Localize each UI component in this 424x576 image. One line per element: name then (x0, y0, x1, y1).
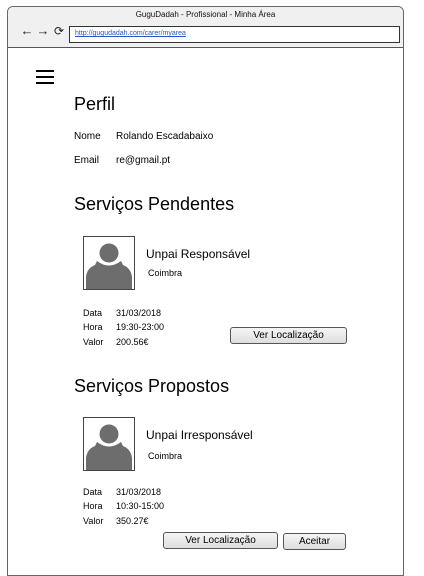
proposed-time-label: Hora (83, 501, 103, 511)
browser-window: GuguDadah - Profissional - Minha Área ← … (7, 6, 404, 576)
accept-button[interactable]: Aceitar (283, 533, 346, 550)
email-label: Email (74, 155, 100, 166)
proposed-date-value: 31/03/2018 (116, 487, 162, 497)
pending-price-label: Valor (83, 337, 104, 347)
pending-date-value: 31/03/2018 (116, 308, 162, 318)
name-value: Rolando Escadabaixo (116, 131, 214, 142)
pending-date-label: Data (83, 308, 103, 318)
proposed-client-city: Coimbra (148, 451, 183, 461)
profile-heading: Perfil (74, 94, 116, 114)
proposed-services-heading: Serviços Propostos (74, 376, 230, 396)
name-label: Nome (74, 131, 101, 142)
pending-services-heading: Serviços Pendentes (74, 194, 235, 214)
email-value: re@gmail.pt (116, 155, 171, 166)
address-bar[interactable]: http://gugudadah.com/carer/myarea (69, 26, 400, 43)
window-title: GuguDadah - Profissional - Minha Área (135, 10, 276, 19)
url-text: http://gugudadah.com/carer/myarea (75, 30, 186, 37)
proposed-date-label: Data (83, 487, 103, 497)
proposed-view-location-button[interactable]: Ver Localização (163, 532, 278, 549)
avatar-placeholder-icon (83, 417, 135, 471)
pending-time-value: 19:30-23:00 (116, 322, 165, 332)
proposed-client-name: Unpai Irresponsável (146, 428, 253, 442)
reload-icon[interactable]: ⟳ (52, 24, 66, 38)
pending-view-location-button[interactable]: Ver Localização (230, 327, 347, 344)
pending-time-label: Hora (83, 322, 103, 332)
pending-client-name: Unpai Responsável (146, 247, 251, 261)
forward-arrow-icon[interactable]: → (36, 24, 50, 38)
avatar-placeholder-icon (83, 236, 135, 290)
proposed-price-value: 350.27€ (116, 516, 149, 526)
back-arrow-icon[interactable]: ← (20, 24, 34, 38)
browser-chrome: GuguDadah - Profissional - Minha Área ← … (8, 7, 403, 48)
pending-price-value: 200.56€ (116, 337, 149, 347)
hamburger-menu-icon[interactable] (36, 70, 54, 84)
proposed-price-label: Valor (83, 516, 104, 526)
proposed-time-value: 10:30-15:00 (116, 501, 165, 511)
pending-client-city: Coimbra (148, 268, 183, 278)
